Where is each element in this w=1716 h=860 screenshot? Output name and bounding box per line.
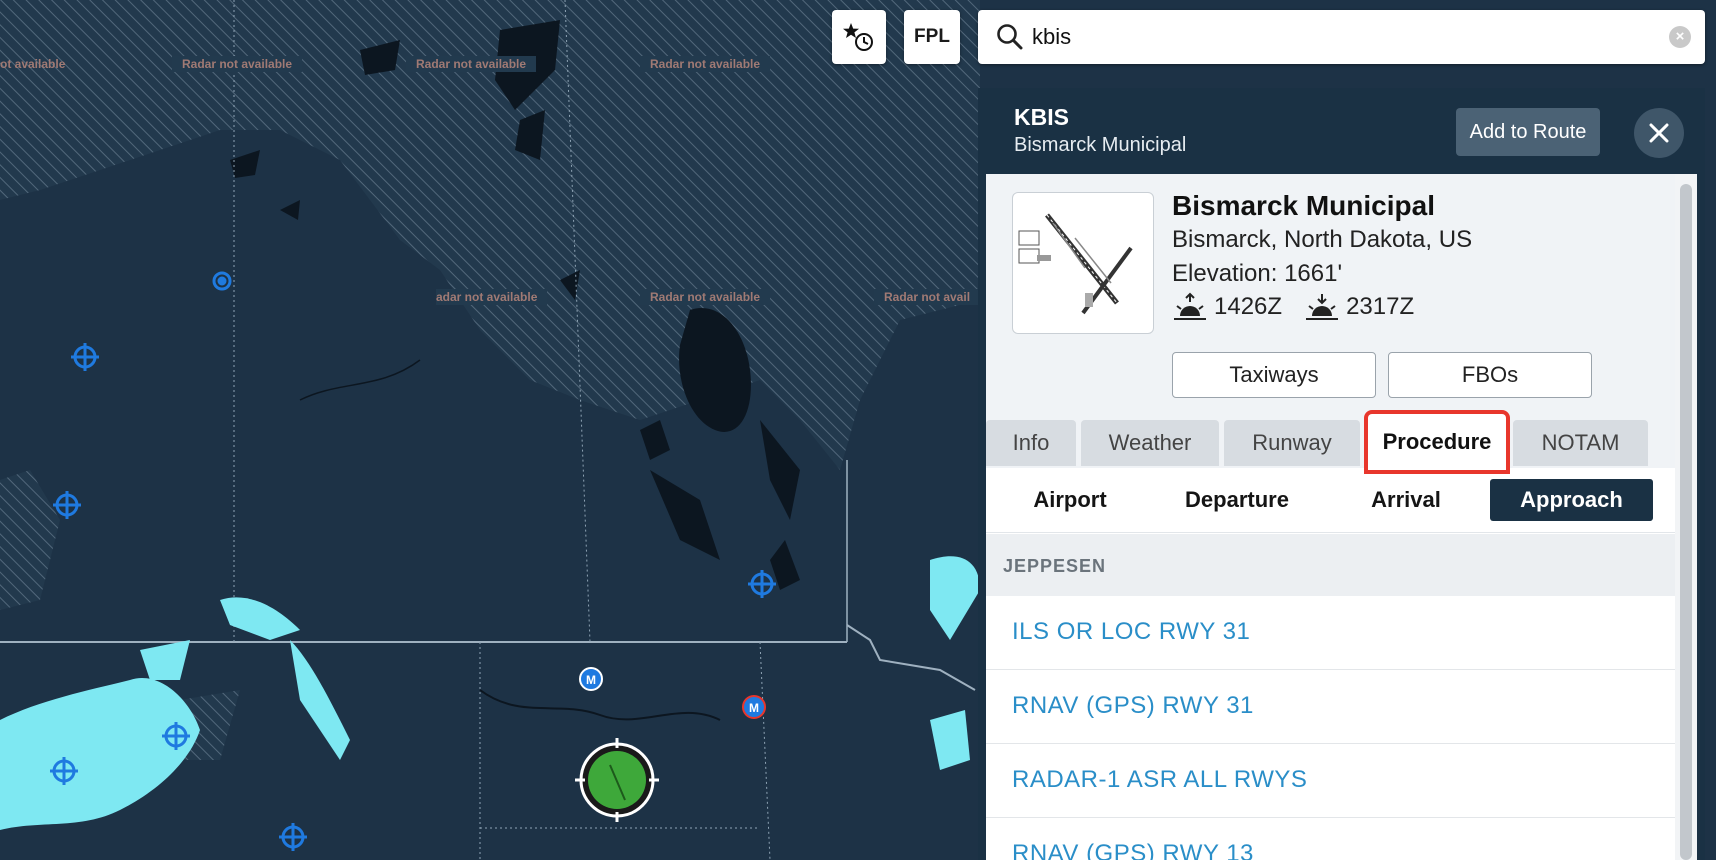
- subtab-departure[interactable]: Departure: [1152, 479, 1322, 521]
- subtab-approach[interactable]: Approach: [1490, 479, 1653, 521]
- tab-procedure[interactable]: Procedure: [1368, 414, 1506, 470]
- favorites-recents-button[interactable]: [832, 10, 886, 64]
- airport-tab-bar: Info Weather Runway Procedure NOTAM: [986, 414, 1675, 470]
- procedure-name[interactable]: RNAV (GPS) RWY 31: [1012, 692, 1254, 720]
- search-icon: [997, 24, 1023, 50]
- tab-runway[interactable]: Runway: [1224, 420, 1360, 466]
- svg-text:M: M: [586, 673, 596, 687]
- procedure-source-label: JEPPESEN: [1003, 556, 1107, 576]
- radar-label: Radar not available: [406, 56, 537, 72]
- airport-name: Bismarck Municipal: [1172, 190, 1435, 221]
- sunset-time: 2317Z: [1346, 293, 1415, 320]
- procedure-row[interactable]: RNAV (GPS) RWY 13: [986, 818, 1675, 860]
- fbos-button[interactable]: FBOs: [1388, 352, 1592, 398]
- procedure-source-header: JEPPESEN: [986, 534, 1675, 596]
- airport-diagram-thumbnail[interactable]: [1012, 192, 1154, 334]
- procedure-name[interactable]: RADAR-1 ASR ALL RWYS: [1012, 766, 1307, 794]
- airport-identifier: KBIS: [1014, 104, 1069, 130]
- airport-diagram-icon: [1018, 213, 1133, 315]
- radar-label: Radar not avail: [874, 289, 981, 305]
- radar-label: Radar not available: [640, 289, 771, 305]
- add-to-route-button[interactable]: Add to Route: [1456, 108, 1600, 156]
- panel-scrollbar[interactable]: [1675, 174, 1697, 860]
- radar-label: adar not available: [436, 289, 548, 305]
- close-icon: [1649, 123, 1669, 143]
- tab-notam[interactable]: NOTAM: [1513, 420, 1648, 466]
- procedure-name[interactable]: RNAV (GPS) RWY 13: [1012, 840, 1254, 860]
- airport-info-card: Bismarck Municipal Bismarck, North Dakot…: [986, 174, 1675, 420]
- tab-info[interactable]: Info: [986, 420, 1076, 466]
- sunset-icon: [1306, 294, 1339, 320]
- procedure-row[interactable]: RADAR-1 ASR ALL RWYS: [986, 744, 1675, 818]
- radar-label: ot available: [0, 57, 66, 71]
- procedure-row[interactable]: ILS OR LOC RWY 31: [986, 596, 1675, 670]
- subtab-airport[interactable]: Airport: [992, 479, 1148, 521]
- star-clock-icon: [843, 23, 873, 51]
- taxiways-button[interactable]: Taxiways: [1172, 352, 1376, 398]
- procedure-name[interactable]: ILS OR LOC RWY 31: [1012, 618, 1250, 646]
- svg-text:M: M: [749, 701, 759, 715]
- search-input[interactable]: [1032, 18, 1632, 56]
- sunrise-time: 1426Z: [1214, 293, 1283, 320]
- search-bar[interactable]: ×: [978, 10, 1705, 64]
- radar-label: Radar not available: [640, 56, 771, 72]
- procedure-subtab-bar: Airport Departure Arrival Approach: [986, 468, 1675, 533]
- flight-plan-button[interactable]: FPL: [904, 10, 960, 64]
- sun-times: 1426Z 2317Z: [1172, 292, 1414, 322]
- sunrise-icon: [1174, 292, 1206, 320]
- clear-search-icon[interactable]: ×: [1669, 26, 1691, 48]
- close-panel-button[interactable]: [1634, 108, 1684, 158]
- airport-subtitle: Bismarck Municipal: [1014, 134, 1187, 156]
- panel-body[interactable]: Bismarck Municipal Bismarck, North Dakot…: [986, 174, 1675, 860]
- panel-header: KBIS Bismarck Municipal Add to Route: [978, 88, 1705, 174]
- subtab-arrival[interactable]: Arrival: [1326, 479, 1486, 521]
- airport-location: Bismarck, North Dakota, US: [1172, 226, 1473, 253]
- scrollbar-thumb[interactable]: [1680, 184, 1692, 860]
- procedure-row[interactable]: RNAV (GPS) RWY 31: [986, 670, 1675, 744]
- airport-info-panel: KBIS Bismarck Municipal Add to Route Bis…: [978, 88, 1705, 860]
- tab-weather[interactable]: Weather: [1081, 420, 1219, 466]
- airport-elevation: Elevation: 1661': [1172, 260, 1343, 287]
- radar-label: Radar not available: [172, 56, 303, 72]
